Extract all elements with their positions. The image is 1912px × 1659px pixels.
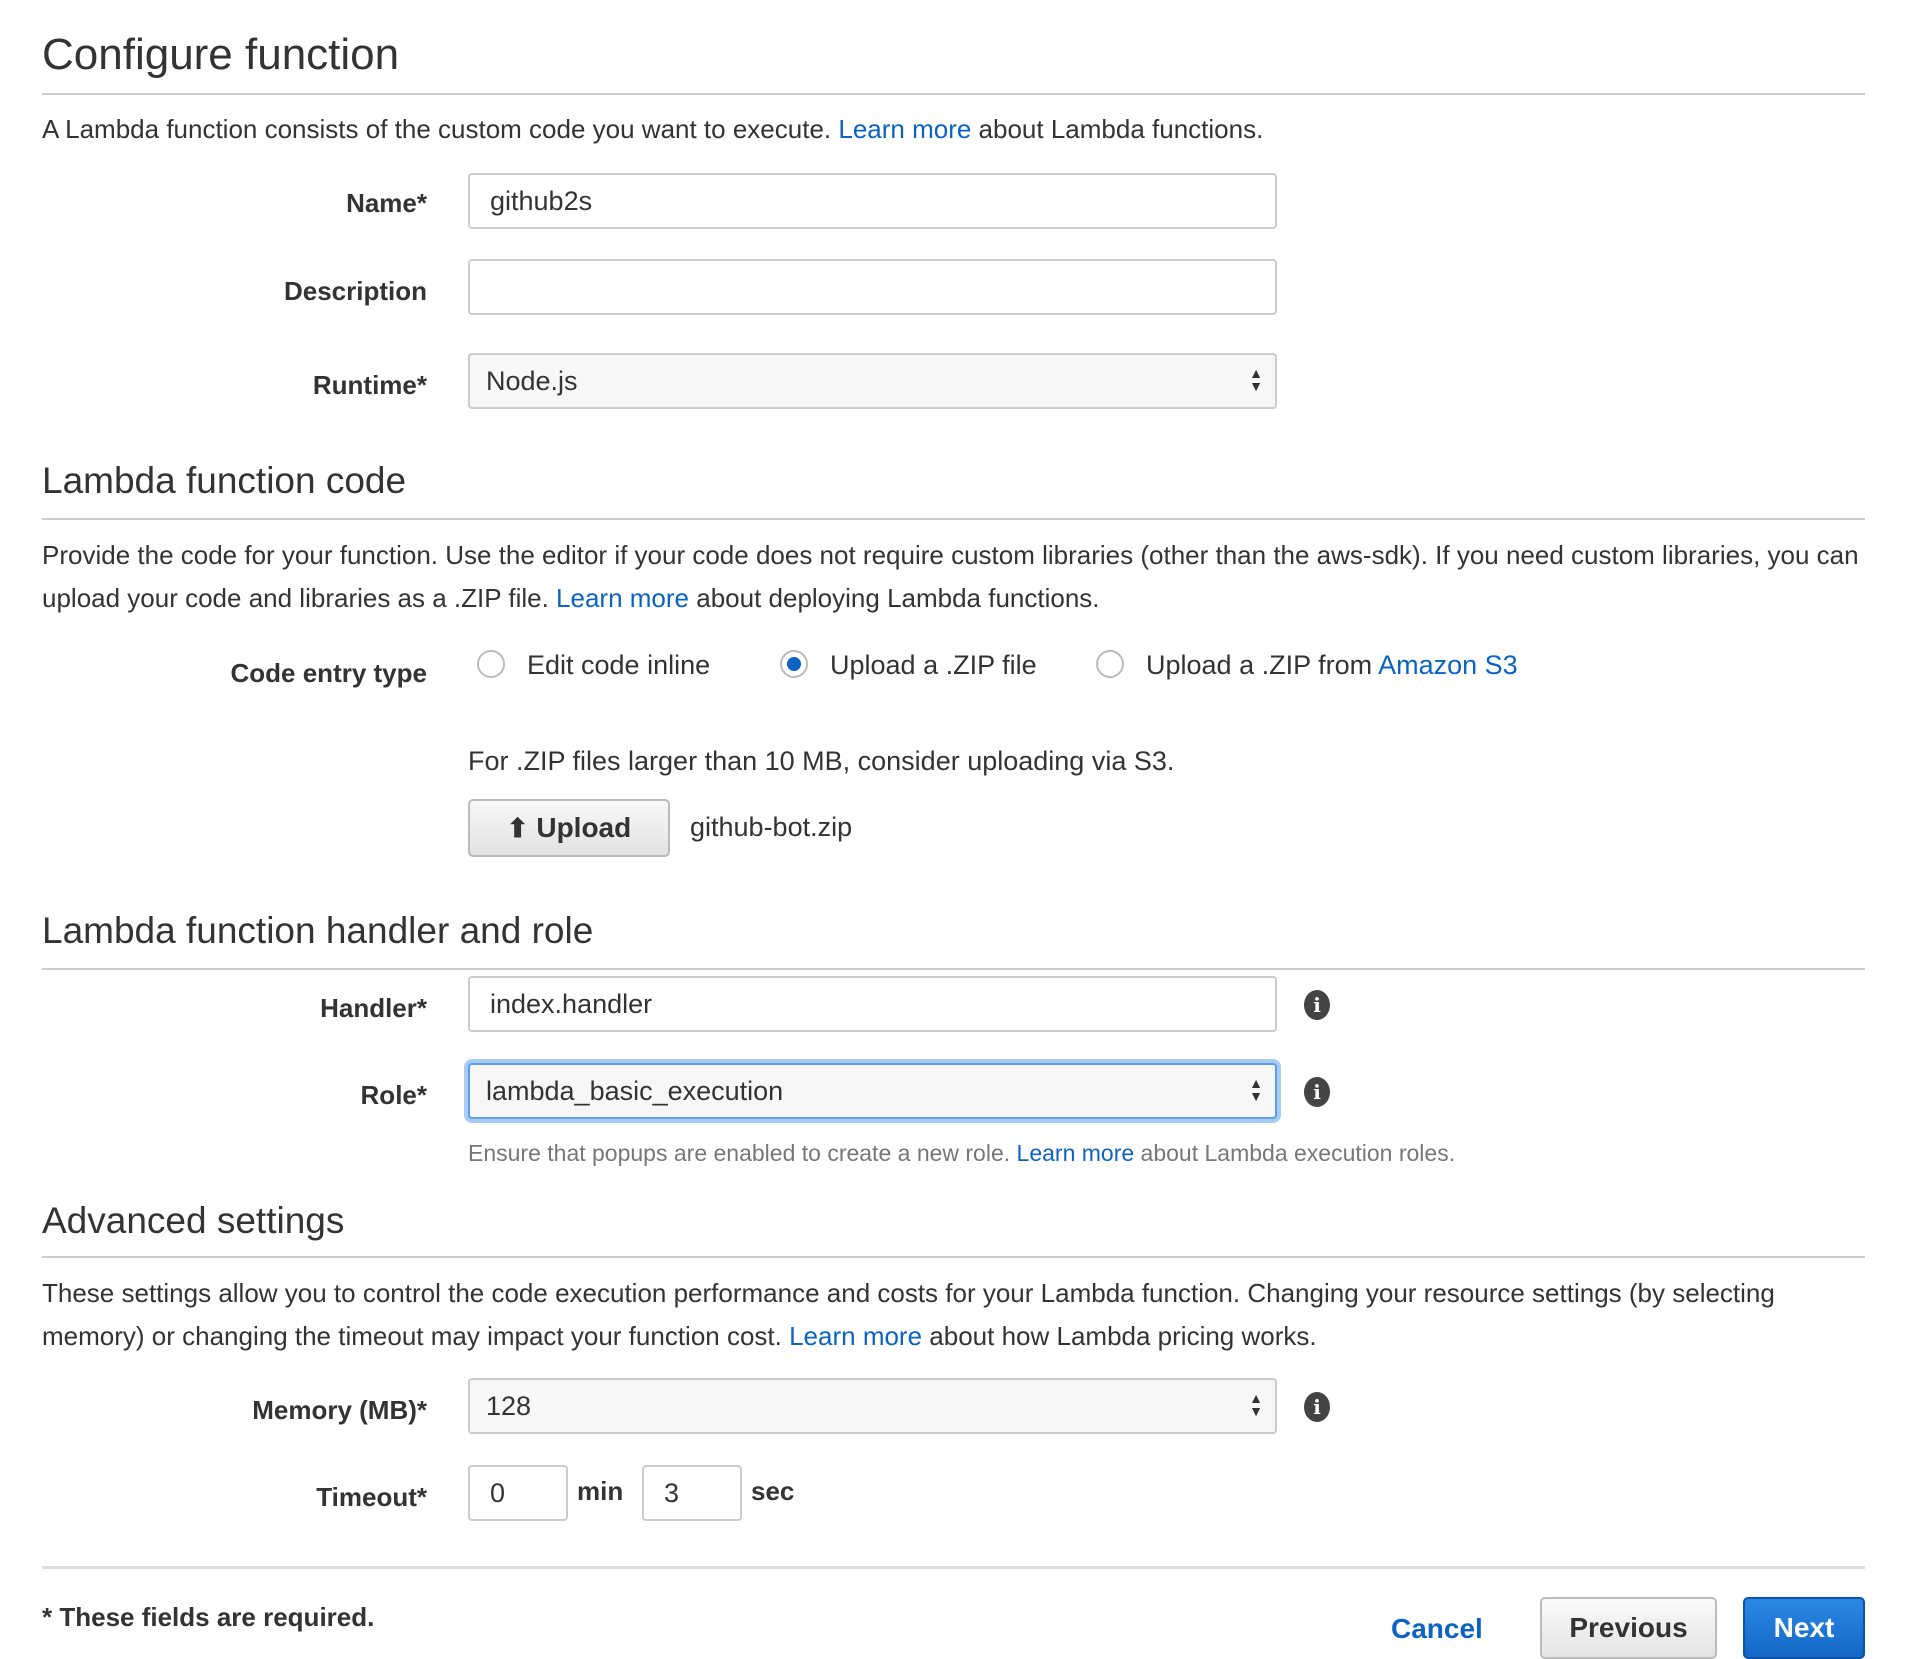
radio-label-edit-inline[interactable]: Edit code inline — [527, 650, 710, 681]
advanced-section-title: Advanced settings — [42, 1200, 345, 1241]
timeout-sec-input[interactable]: 3 — [642, 1465, 742, 1521]
role-select[interactable]: lambda_basic_execution ▲ ▼ — [468, 1063, 1277, 1119]
divider — [42, 93, 1865, 95]
role-help-post: about Lambda execution roles. — [1134, 1140, 1456, 1166]
previous-button[interactable]: Previous — [1540, 1597, 1717, 1659]
description-input[interactable] — [468, 259, 1277, 315]
s3-option-text: Upload a .ZIP from — [1146, 650, 1379, 680]
name-input[interactable]: github2s — [468, 173, 1277, 229]
intro-text: A Lambda function consists of the custom… — [42, 108, 1872, 151]
divider — [42, 518, 1865, 520]
intro-post: about Lambda functions. — [971, 114, 1264, 144]
handler-section-title: Lambda function handler and role — [42, 910, 594, 951]
sec-unit: sec — [751, 1476, 795, 1506]
description-label: Description — [283, 276, 427, 306]
memory-value: 128 — [486, 1391, 532, 1421]
code-desc-post: about deploying Lambda functions. — [689, 583, 1100, 613]
info-icon[interactable]: i — [1304, 990, 1330, 1020]
radio-upload-s3[interactable] — [1096, 650, 1124, 678]
cancel-link[interactable]: Cancel — [1391, 1613, 1483, 1645]
select-arrows-icon: ▲ ▼ — [1249, 1390, 1263, 1419]
next-button[interactable]: Next — [1743, 1597, 1865, 1659]
amazon-s3-link[interactable]: Amazon S3 — [1378, 650, 1518, 680]
radio-label-upload-zip[interactable]: Upload a .ZIP file — [830, 650, 1037, 681]
code-entry-label: Code entry type — [230, 658, 428, 688]
role-label: Role* — [360, 1080, 427, 1110]
name-label: Name* — [346, 188, 427, 218]
min-unit: min — [577, 1476, 624, 1506]
learn-more-link[interactable]: Learn more — [1017, 1140, 1135, 1166]
learn-more-link[interactable]: Learn more — [789, 1321, 922, 1351]
learn-more-link[interactable]: Learn more — [838, 114, 971, 144]
radio-label-upload-s3[interactable]: Upload a .ZIP from Amazon S3 — [1146, 650, 1518, 681]
page-title: Configure function — [42, 30, 400, 79]
runtime-select[interactable]: Node.js ▲ ▼ — [468, 353, 1277, 409]
radio-edit-inline[interactable] — [477, 650, 505, 678]
intro-pre: A Lambda function consists of the custom… — [42, 114, 839, 144]
upload-label: Upload — [536, 812, 632, 843]
runtime-label: Runtime* — [312, 370, 427, 400]
handler-input[interactable]: index.handler — [468, 976, 1277, 1032]
info-icon[interactable]: i — [1304, 1392, 1330, 1422]
advanced-desc: These settings allow you to control the … — [42, 1272, 1872, 1358]
divider — [42, 1566, 1865, 1569]
radio-upload-zip[interactable] — [780, 650, 808, 678]
role-value: lambda_basic_execution — [486, 1076, 784, 1106]
divider — [42, 968, 1865, 970]
upload-icon: ⬆ — [506, 813, 529, 843]
zip-note: For .ZIP files larger than 10 MB, consid… — [468, 746, 1175, 776]
required-note: * These fields are required. — [42, 1602, 375, 1632]
role-help-text: Ensure that popups are enabled to create… — [468, 1140, 1455, 1167]
code-section-title: Lambda function code — [42, 460, 407, 501]
memory-label: Memory (MB)* — [252, 1395, 427, 1425]
learn-more-link[interactable]: Learn more — [556, 583, 689, 613]
upload-button[interactable]: ⬆ Upload — [468, 799, 670, 857]
file-name: github-bot.zip — [690, 812, 853, 842]
timeout-min-input[interactable]: 0 — [468, 1465, 568, 1521]
info-icon[interactable]: i — [1304, 1077, 1330, 1107]
handler-label: Handler* — [320, 993, 427, 1023]
role-help-pre: Ensure that popups are enabled to create… — [468, 1140, 1017, 1166]
memory-select[interactable]: 128 ▲ ▼ — [468, 1378, 1277, 1434]
code-section-desc: Provide the code for your function. Use … — [42, 534, 1872, 620]
select-arrows-icon: ▲ ▼ — [1249, 1075, 1263, 1104]
select-arrows-icon: ▲ ▼ — [1249, 365, 1263, 394]
advanced-desc-post: about how Lambda pricing works. — [922, 1321, 1317, 1351]
runtime-value: Node.js — [486, 366, 578, 396]
timeout-label: Timeout* — [316, 1482, 427, 1512]
divider — [42, 1256, 1865, 1258]
